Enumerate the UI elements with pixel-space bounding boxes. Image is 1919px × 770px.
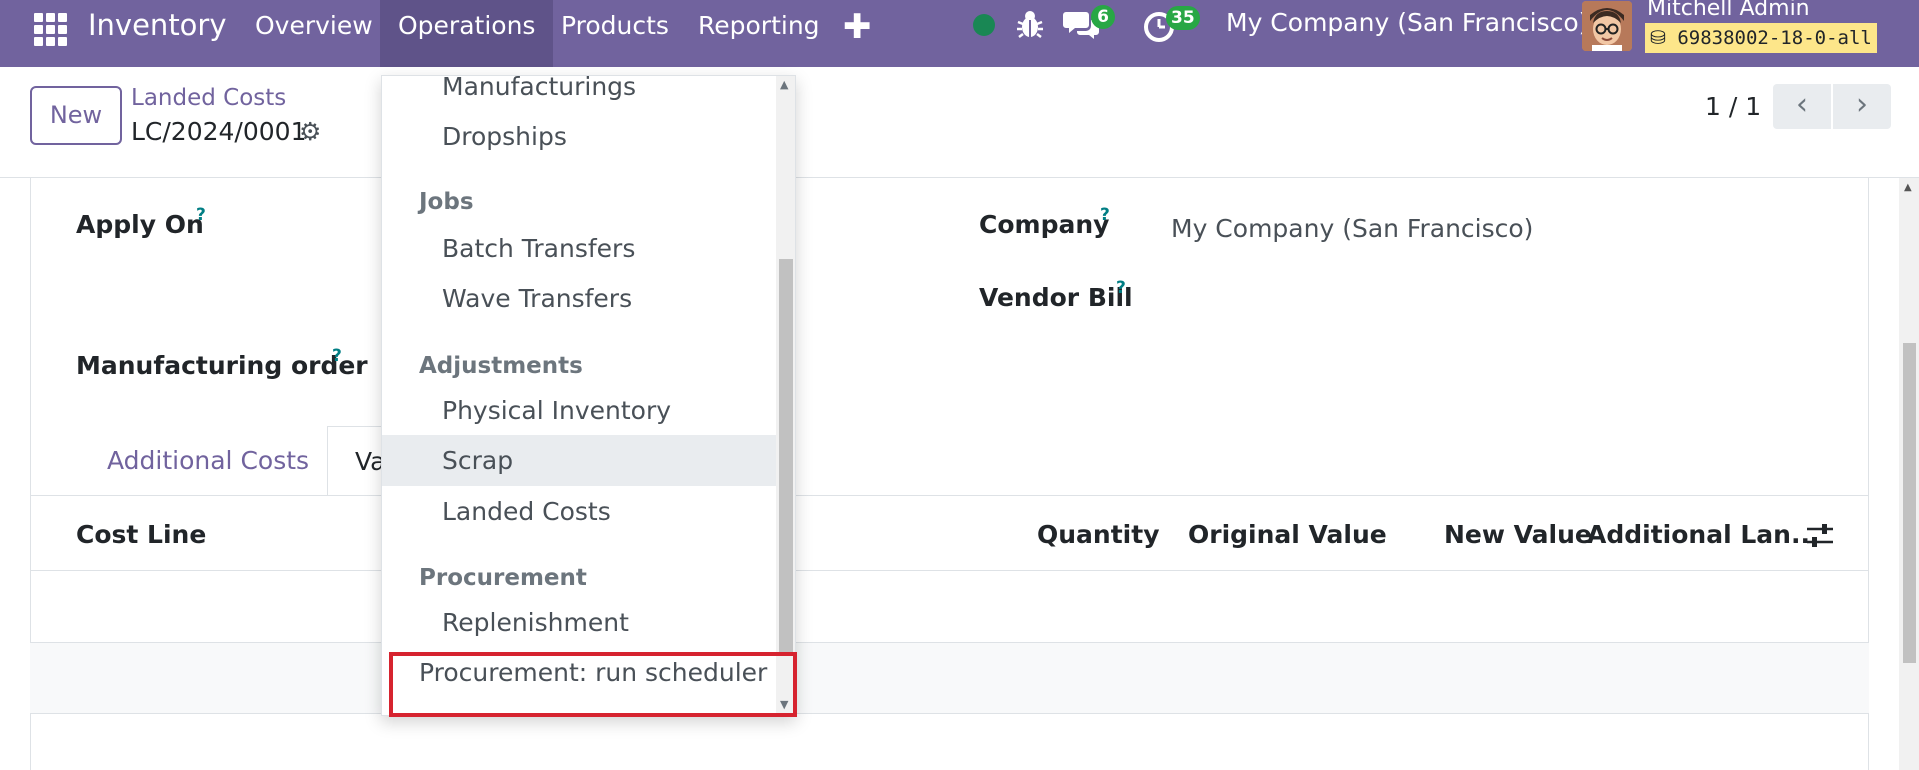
column-additional-landed-cost[interactable]: Additional Lan...: [1587, 520, 1819, 549]
top-navbar: Inventory Overview Operations Products R…: [0, 0, 1919, 67]
status-dot-icon[interactable]: [973, 14, 995, 36]
table-row: [30, 643, 1869, 713]
control-panel: New Landed Costs LC/2024/0001 ⚙ 1 / 1 ‹ …: [0, 67, 1919, 178]
record-name: LC/2024/0001: [131, 117, 307, 146]
breadcrumb-landed-costs[interactable]: Landed Costs: [131, 85, 286, 111]
scroll-down-arrow-icon[interactable]: ▼: [780, 698, 788, 711]
company-field[interactable]: My Company (San Francisco): [1171, 214, 1533, 243]
company-label: Company: [979, 210, 1110, 239]
gear-icon[interactable]: ⚙: [299, 117, 321, 146]
company-help-icon[interactable]: ?: [1100, 205, 1110, 225]
scroll-up-arrow-icon[interactable]: ▲: [780, 78, 788, 91]
menu-products[interactable]: Products: [543, 0, 687, 67]
dropdown-header-adjustments: Adjustments: [419, 353, 583, 379]
database-badge: ⛁ 69838002-18-0-all: [1645, 23, 1877, 53]
dropdown-scrollbar[interactable]: ▲ ▼: [776, 76, 795, 715]
menu-operations[interactable]: Operations: [380, 0, 554, 67]
menu-reporting[interactable]: Reporting: [680, 0, 838, 67]
chevron-left-icon: ‹: [1796, 87, 1808, 122]
user-avatar[interactable]: [1582, 1, 1632, 51]
dropdown-item-run-scheduler[interactable]: Procurement: run scheduler: [382, 647, 776, 698]
activities-count-badge: 35: [1166, 6, 1200, 30]
apply-on-help-icon[interactable]: ?: [196, 205, 206, 225]
dropdown-item-dropships[interactable]: Dropships: [382, 111, 776, 162]
plus-icon[interactable]: ✚: [843, 7, 872, 47]
page-scrollbar[interactable]: ▲: [1899, 178, 1919, 770]
user-name[interactable]: Mitchell Admin: [1647, 0, 1810, 21]
column-quantity[interactable]: Quantity: [1037, 520, 1160, 549]
table-row-divider: [30, 713, 1869, 714]
menu-overview[interactable]: Overview: [237, 0, 391, 67]
database-name: 69838002-18-0-all: [1677, 27, 1872, 49]
optional-columns-icon[interactable]: [1805, 523, 1835, 553]
pager-next-button[interactable]: ›: [1833, 84, 1891, 129]
chevron-right-icon: ›: [1856, 87, 1868, 122]
vendor-bill-help-icon[interactable]: ?: [1116, 278, 1126, 298]
column-original-value[interactable]: Original Value: [1188, 520, 1387, 549]
scroll-up-arrow-icon[interactable]: ▲: [1904, 182, 1912, 193]
pager-previous-button[interactable]: ‹: [1773, 84, 1831, 129]
column-cost-line[interactable]: Cost Line: [76, 520, 206, 549]
company-switcher[interactable]: My Company (San Francisco): [1226, 8, 1588, 37]
apply-on-label: Apply On: [76, 210, 204, 239]
dropdown-item-batch-transfers[interactable]: Batch Transfers: [382, 223, 776, 274]
page-scrollbar-thumb[interactable]: [1903, 343, 1916, 663]
manufacturing-order-help-icon[interactable]: ?: [332, 346, 342, 366]
dropdown-header-jobs: Jobs: [419, 189, 474, 215]
apps-menu-icon[interactable]: [30, 9, 67, 46]
column-new-value[interactable]: New Value: [1444, 520, 1592, 549]
bug-icon[interactable]: [1016, 8, 1044, 44]
dropdown-scrollbar-thumb[interactable]: [779, 259, 793, 654]
dropdown-item-scrap[interactable]: Scrap: [382, 435, 776, 486]
tabs-divider: [30, 495, 1869, 496]
messages-count-badge: 6: [1091, 5, 1115, 29]
dropdown-item-wave-transfers[interactable]: Wave Transfers: [382, 273, 776, 324]
dropdown-header-procurement: Procurement: [419, 565, 587, 591]
dropdown-item-replenishment[interactable]: Replenishment: [382, 597, 776, 648]
manufacturing-order-label: Manufacturing order: [76, 351, 368, 380]
operations-dropdown-menu: Manufacturings Dropships Jobs Batch Tran…: [381, 75, 796, 716]
new-button[interactable]: New: [30, 86, 122, 145]
vendor-bill-label: Vendor Bill: [979, 283, 1133, 312]
pager-value[interactable]: 1 / 1: [1705, 92, 1761, 121]
dropdown-item-landed-costs[interactable]: Landed Costs: [382, 486, 776, 537]
app-brand[interactable]: Inventory: [88, 8, 227, 42]
database-icon: ⛁: [1650, 27, 1678, 49]
tab-additional-costs[interactable]: Additional Costs: [80, 426, 336, 496]
table-header-divider: [30, 570, 1869, 571]
dropdown-item-physical-inventory[interactable]: Physical Inventory: [382, 385, 776, 436]
